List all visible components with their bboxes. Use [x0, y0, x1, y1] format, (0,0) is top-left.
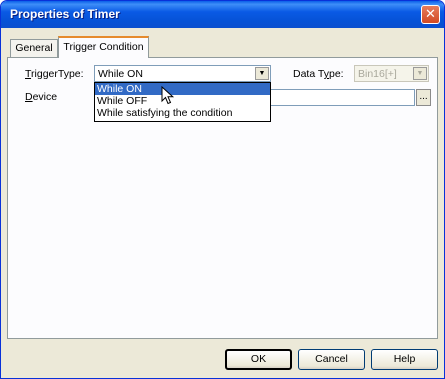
- cancel-button[interactable]: Cancel: [298, 349, 365, 370]
- trigger-type-label: TriggerType:: [25, 68, 84, 80]
- close-button[interactable]: ✕: [421, 5, 440, 24]
- mouse-pointer-icon: [161, 86, 175, 105]
- tab-general-label: General: [15, 42, 53, 54]
- tab-general[interactable]: General: [10, 39, 58, 57]
- data-type-value: Bin16[+]: [358, 68, 397, 80]
- help-button[interactable]: Help: [371, 349, 438, 370]
- tab-trigger-condition[interactable]: Trigger Condition: [58, 36, 149, 58]
- trigger-type-select[interactable]: While ON ▼: [94, 65, 271, 82]
- help-label: Help: [393, 353, 416, 365]
- chevron-down-icon[interactable]: ▼: [255, 67, 269, 80]
- device-accel-key: D: [25, 91, 33, 103]
- window-title: Properties of Timer: [10, 7, 120, 21]
- ok-button[interactable]: OK: [225, 349, 292, 370]
- data-type-label-pre: Data T: [293, 68, 324, 80]
- option-while-satisfying[interactable]: While satisfying the condition: [95, 107, 270, 119]
- browse-button[interactable]: ...: [416, 89, 431, 106]
- device-label-text: evice: [32, 91, 58, 103]
- trigger-type-dropdown-list: While ON While OFF While satisfying the …: [94, 82, 271, 122]
- option-while-on[interactable]: While ON: [95, 83, 270, 95]
- tab-trigger-condition-label: Trigger Condition: [63, 41, 144, 53]
- close-icon: ✕: [425, 7, 436, 22]
- data-type-select[interactable]: Bin16[+] ▼: [354, 65, 429, 82]
- title-bar[interactable]: Properties of Timer ✕: [1, 1, 444, 28]
- chevron-down-icon[interactable]: ▼: [413, 67, 427, 80]
- ok-label: OK: [250, 353, 267, 365]
- properties-dialog: Properties of Timer ✕ General Trigger Co…: [0, 0, 445, 379]
- trigger-type-value: While ON: [98, 68, 143, 80]
- cancel-label: Cancel: [315, 353, 348, 365]
- data-type-label-post: pe:: [329, 68, 344, 80]
- device-label: Device: [25, 91, 57, 103]
- option-while-off[interactable]: While OFF: [95, 95, 270, 107]
- browse-label: ...: [419, 91, 428, 102]
- data-type-label: Data Type:: [293, 68, 344, 80]
- trigger-type-label-text: riggerType:: [31, 68, 84, 80]
